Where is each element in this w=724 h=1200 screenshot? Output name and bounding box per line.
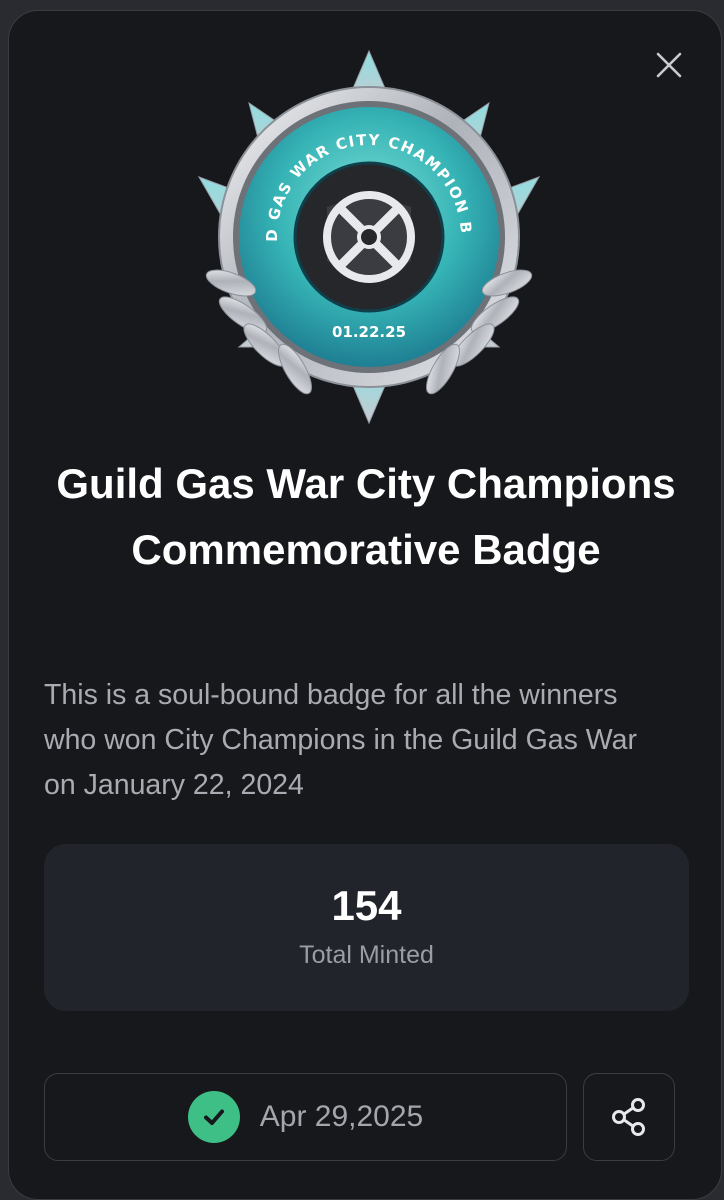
claimed-date: Apr 29,2025 [259, 1100, 424, 1133]
share-icon [612, 1098, 645, 1136]
badge-image: GUILD GAS WAR CITY CHAMPION BADGE 01.22.… [179, 47, 541, 425]
total-minted-value: 154 [331, 882, 402, 929]
total-minted-label: Total Minted [299, 941, 434, 969]
close-button[interactable] [649, 45, 689, 85]
svg-text:01.22.25: 01.22.25 [332, 323, 406, 341]
badge-detail-modal: GUILD GAS WAR CITY CHAMPION BADGE 01.22.… [8, 10, 722, 1200]
close-icon [656, 52, 682, 78]
share-button[interactable] [583, 1073, 675, 1161]
badge-title: Guild Gas War City Champions Commemorati… [56, 460, 676, 573]
claimed-date-box: Apr 29,2025 [44, 1073, 567, 1161]
check-circle-icon [187, 1091, 240, 1143]
badge-description: This is a soul-bound badge for all the w… [44, 679, 637, 801]
minted-stat-card: 154 Total Minted [44, 844, 689, 1011]
